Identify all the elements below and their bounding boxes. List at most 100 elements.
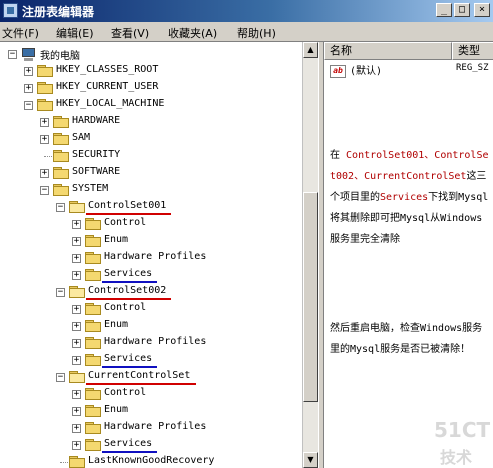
expand-icon[interactable]: + <box>40 135 49 144</box>
scroll-up-icon[interactable]: ▲ <box>303 42 318 58</box>
tree-node-key[interactable]: LastKnownGoodRecovery <box>0 454 300 468</box>
tree-node-subkey[interactable]: + Enum <box>0 403 300 419</box>
value-name: (默认) <box>350 66 383 77</box>
tree-node-key[interactable]: + HARDWARE <box>0 114 300 130</box>
red-underline-highlight <box>86 298 172 300</box>
expand-icon[interactable]: + <box>72 390 81 399</box>
folder-icon <box>85 303 101 315</box>
close-button[interactable]: × <box>474 3 490 17</box>
scroll-thumb[interactable] <box>303 192 318 402</box>
folder-icon <box>69 456 85 468</box>
tree-node-key[interactable]: + SOFTWARE <box>0 165 300 181</box>
column-header-name[interactable]: 名称 <box>324 42 452 60</box>
tree-node-my-computer[interactable]: − 我的电脑 <box>0 46 300 62</box>
expand-icon[interactable]: + <box>72 220 81 229</box>
maximize-button[interactable]: □ <box>454 3 470 17</box>
folder-icon <box>85 269 101 281</box>
folder-icon <box>85 405 101 417</box>
tree-node-key[interactable]: + SAM <box>0 131 300 147</box>
folder-icon <box>53 167 69 179</box>
tree-node-label: CurrentControlSet <box>88 370 191 381</box>
expand-icon[interactable]: + <box>72 407 81 416</box>
tree-node-key[interactable]: − SYSTEM <box>0 182 300 198</box>
folder-icon <box>53 116 69 128</box>
tree-node-key[interactable]: SECURITY <box>0 148 300 164</box>
registry-tree[interactable]: − 我的电脑 + HKEY_CLASSES_ROOT + HKEY_CURRENT_USE… <box>0 42 318 468</box>
expand-icon[interactable]: + <box>72 339 81 348</box>
tree-node-controlset[interactable]: − ControlSet002 <box>0 284 300 300</box>
annotation-text-2: 然后重启电脑，检查Windows服务里的Mysql服务是否已被清除！ <box>330 323 483 355</box>
folder-icon <box>85 252 101 264</box>
annotation-p1-red: ControlSet001、ControlSet002、CurrentContr… <box>330 150 489 182</box>
folder-icon <box>53 133 69 145</box>
expand-icon[interactable]: + <box>24 67 33 76</box>
tree-node-controlset[interactable]: − CurrentControlSet <box>0 369 300 385</box>
expand-icon[interactable]: + <box>40 118 49 127</box>
expand-icon[interactable]: + <box>72 356 81 365</box>
tree-node-controlset[interactable]: − ControlSet001 <box>0 199 300 215</box>
tree-node-subkey[interactable]: + Control <box>0 301 300 317</box>
tree-node-subkey[interactable]: + Services <box>0 352 300 368</box>
value-row-default[interactable]: ab (默认) <box>330 62 382 78</box>
folder-icon <box>85 354 101 366</box>
column-header-type[interactable]: 类型 <box>452 42 493 60</box>
blue-underline-highlight <box>102 366 157 368</box>
folder-icon <box>37 65 53 77</box>
folder-icon <box>53 184 69 196</box>
tree-node-label: Control <box>104 387 147 398</box>
collapse-icon[interactable]: − <box>8 50 17 59</box>
tree-node-label: Hardware Profiles <box>104 251 207 262</box>
computer-icon <box>21 48 36 61</box>
expand-icon[interactable]: + <box>24 84 33 93</box>
expand-icon[interactable]: + <box>72 322 81 331</box>
expand-icon[interactable]: + <box>72 271 81 280</box>
folder-icon <box>37 82 53 94</box>
collapse-icon[interactable]: − <box>24 101 33 110</box>
scroll-down-icon[interactable]: ▼ <box>303 452 318 468</box>
tree-node-label: HKEY_CLASSES_ROOT <box>56 64 159 75</box>
tree-node-subkey[interactable]: + Hardware Profiles <box>0 250 300 266</box>
tree-node-subkey[interactable]: + Enum <box>0 318 300 334</box>
folder-icon <box>85 422 101 434</box>
tree-node-subkey[interactable]: + Control <box>0 386 300 402</box>
tree-node-subkey[interactable]: + Services <box>0 267 300 283</box>
tree-node-hive[interactable]: − HKEY_LOCAL_MACHINE <box>0 97 300 113</box>
tree-node-subkey[interactable]: + Hardware Profiles <box>0 335 300 351</box>
menu-view[interactable]: 查看(V) <box>111 25 149 41</box>
tree-node-subkey[interactable]: + Services <box>0 437 300 453</box>
tree-node-label: Enum <box>104 404 129 415</box>
folder-icon <box>69 371 85 383</box>
red-underline-highlight <box>86 213 172 215</box>
menu-file[interactable]: 文件(F) <box>2 25 39 41</box>
collapse-icon[interactable]: − <box>40 186 49 195</box>
folder-icon <box>85 218 101 230</box>
menu-help[interactable]: 帮助(H) <box>237 25 276 41</box>
expand-icon[interactable]: + <box>72 424 81 433</box>
watermark-line1: 51CT <box>434 418 491 442</box>
expand-icon[interactable]: + <box>72 254 81 263</box>
expand-icon[interactable]: + <box>72 305 81 314</box>
expand-icon[interactable]: + <box>40 169 49 178</box>
tree-node-hive[interactable]: + HKEY_CURRENT_USER <box>0 80 300 96</box>
tree-node-subkey[interactable]: + Hardware Profiles <box>0 420 300 436</box>
red-underline-highlight <box>86 383 196 385</box>
tree-node-label: SYSTEM <box>72 183 109 194</box>
collapse-icon[interactable]: − <box>56 203 65 212</box>
tree-node-label: Enum <box>104 234 129 245</box>
folder-icon <box>85 320 101 332</box>
tree-scrollbar[interactable]: ▲ ▼ <box>302 42 319 468</box>
collapse-icon[interactable]: − <box>56 373 65 382</box>
tree-node-subkey[interactable]: + Control <box>0 216 300 232</box>
tree-node-label: HARDWARE <box>72 115 121 126</box>
tree-node-label: Hardware Profiles <box>104 336 207 347</box>
tree-node-label: ControlSet001 <box>88 200 167 211</box>
collapse-icon[interactable]: − <box>56 288 65 297</box>
minimize-button[interactable]: _ <box>436 3 452 17</box>
menu-favorites[interactable]: 收藏夹(A) <box>168 25 217 41</box>
tree-node-hive[interactable]: + HKEY_CLASSES_ROOT <box>0 63 300 79</box>
expand-icon[interactable]: + <box>72 441 81 450</box>
annotation-p1-pre: 在 <box>330 150 347 161</box>
menu-edit[interactable]: 编辑(E) <box>56 25 94 41</box>
expand-icon[interactable]: + <box>72 237 81 246</box>
tree-node-subkey[interactable]: + Enum <box>0 233 300 249</box>
